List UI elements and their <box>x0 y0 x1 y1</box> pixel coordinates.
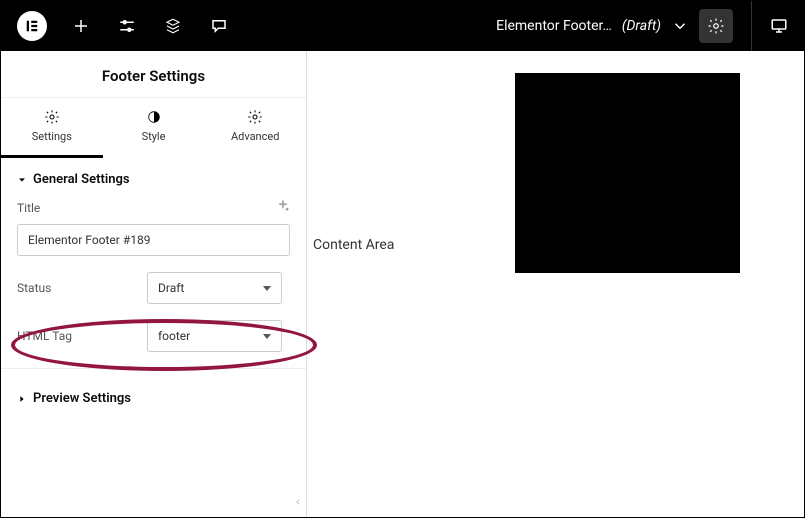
chevron-down-icon <box>263 334 271 339</box>
page-settings-button[interactable] <box>699 9 733 43</box>
structure-icon[interactable] <box>161 14 185 38</box>
status-field-label: Status <box>17 281 51 295</box>
gear-icon <box>44 109 60 125</box>
panel-title: Footer Settings <box>1 51 306 97</box>
settings-sidebar: Footer Settings Settings Style Advanced … <box>1 51 307 517</box>
document-title-text: Elementor Footer… <box>496 18 612 34</box>
footer-widget-placeholder[interactable] <box>515 73 740 273</box>
tab-label: Advanced <box>204 130 306 143</box>
title-field-label: Title <box>17 201 40 215</box>
status-select[interactable]: Draft <box>147 272 282 304</box>
title-input[interactable] <box>17 224 290 256</box>
content-wrap: Footer Settings Settings Style Advanced … <box>1 51 804 517</box>
top-toolbar: Elementor Footer… (Draft) <box>1 1 804 51</box>
add-element-icon[interactable] <box>69 14 93 38</box>
settings-tabs: Settings Style Advanced <box>1 97 306 158</box>
chevron-down-icon[interactable] <box>671 17 689 35</box>
tab-label: Settings <box>1 130 103 143</box>
collapse-sidebar-button[interactable] <box>294 493 306 511</box>
responsive-preview-button[interactable] <box>770 17 788 35</box>
chevron-down-icon <box>263 286 271 291</box>
tab-style[interactable]: Style <box>103 98 205 158</box>
tab-settings[interactable]: Settings <box>1 98 103 158</box>
tab-label: Style <box>103 130 205 143</box>
htmltag-select[interactable]: footer <box>147 320 282 352</box>
elementor-logo-icon[interactable] <box>17 11 47 41</box>
settings-sliders-icon[interactable] <box>115 14 139 38</box>
comments-icon[interactable] <box>207 14 231 38</box>
caret-down-icon <box>17 175 27 185</box>
htmltag-field-label: HTML Tag <box>17 329 72 343</box>
htmltag-select-value: footer <box>158 329 190 343</box>
ai-sparkle-icon[interactable] <box>276 199 290 216</box>
canvas-area[interactable]: Content Area <box>307 51 804 517</box>
content-area-label: Content Area <box>313 237 394 253</box>
section-title: Preview Settings <box>33 391 131 406</box>
caret-right-icon <box>17 394 27 404</box>
preview-settings-section[interactable]: Preview Settings <box>1 369 306 420</box>
tab-advanced[interactable]: Advanced <box>204 98 306 158</box>
general-settings-section[interactable]: General Settings <box>1 158 306 199</box>
half-circle-icon <box>146 109 162 125</box>
document-status-text: (Draft) <box>622 18 661 34</box>
document-title[interactable]: Elementor Footer… (Draft) <box>496 17 689 35</box>
section-title: General Settings <box>33 172 130 187</box>
status-select-value: Draft <box>158 281 184 295</box>
gear-icon <box>247 109 263 125</box>
